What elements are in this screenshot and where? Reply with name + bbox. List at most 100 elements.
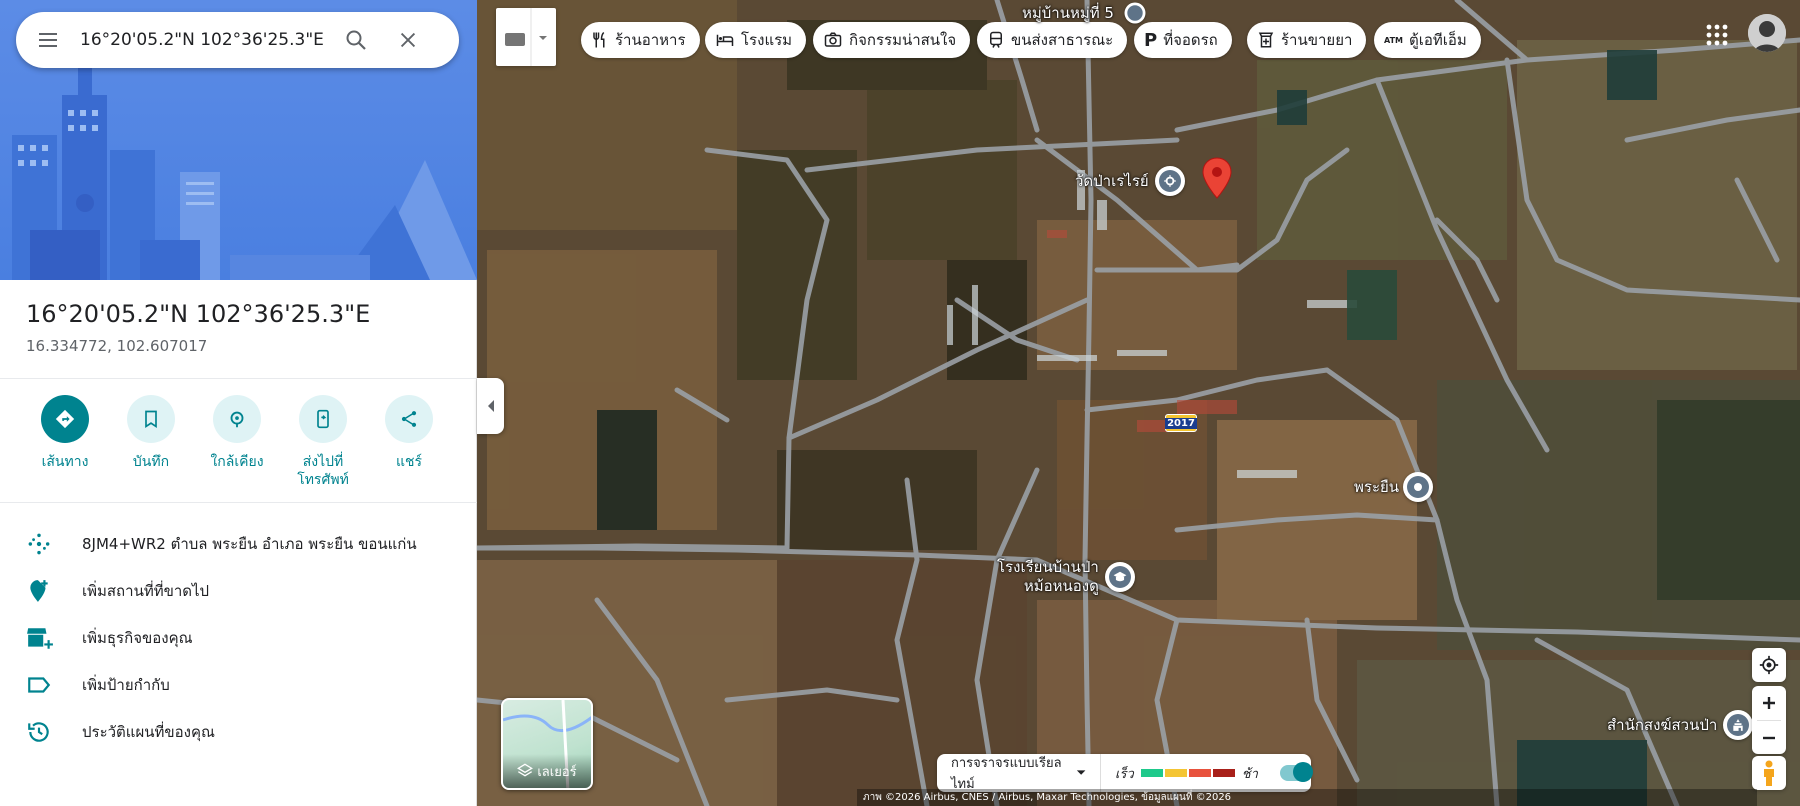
chip-pharmacy-label: ร้านขายยา: [1281, 31, 1353, 49]
input-tools-button[interactable]: [496, 8, 556, 66]
avatar[interactable]: [1748, 14, 1786, 52]
school-icon: [1104, 562, 1135, 592]
map-label-village[interactable]: หมู่บ้านหมู่ที่ 5: [1022, 0, 1150, 28]
traffic-legend-bar-fast: [1140, 769, 1163, 777]
map-label-school-line2: หม้อหนองดู: [1023, 577, 1099, 595]
map-history-text: ประวัติแผนที่ของคุณ: [82, 722, 215, 741]
map-label-temple-text: วัดป่าเรไรย์: [1075, 172, 1149, 190]
directions-button[interactable]: เส้นทาง: [22, 395, 108, 489]
chevron-left-icon: [487, 400, 494, 412]
parking-icon: P: [1144, 29, 1158, 51]
pegman-icon: [1764, 760, 1774, 786]
map-label-phrayuen[interactable]: พระยืน: [1354, 472, 1434, 502]
zoom-controls: [1752, 686, 1786, 754]
layers-label-text: เลเยอร์: [537, 764, 577, 780]
place-coordinates: 16.334772, 102.607017: [26, 337, 208, 355]
layers-icon: [517, 763, 534, 777]
add-place-row[interactable]: เพิ่มสถานที่ที่ขาดไป: [0, 567, 477, 614]
add-label-text: เพิ่มป้ายกำกับ: [82, 675, 170, 694]
chip-things-to-do-label: กิจกรรมน่าสนใจ: [849, 31, 957, 49]
traffic-legend-bar-moderate: [1164, 769, 1187, 777]
place-marker-icon: [1124, 2, 1146, 24]
history-icon: [0, 719, 82, 745]
pegman-button[interactable]: [1752, 756, 1786, 790]
chip-hotels[interactable]: โรงแรม: [705, 22, 807, 58]
search-icon[interactable]: [330, 12, 382, 68]
map-label-school[interactable]: โรงเรียนบ้านป่า หม้อหนองดู: [997, 558, 1135, 596]
nearby-icon: [213, 395, 261, 443]
hotel-icon: [715, 31, 735, 49]
chevron-down-icon: [1076, 770, 1086, 775]
add-business-row[interactable]: เพิ่มธุรกิจของคุณ: [0, 614, 477, 661]
place-panel: 16°20'05.2"N 102°36'25.3"E 16.334772, 10…: [0, 0, 477, 806]
plus-code-text: 8JM4+WR2 ตำบล พระยืน อำเภอ พระยืน ขอนแก่…: [82, 534, 417, 553]
maps-app: 16°20'05.2"N 102°36'25.3"E 16.334772, 10…: [0, 0, 1800, 806]
action-row: เส้นทาง บันทึก ใกล้เคียง ส่งไปที่ โทรศัพ…: [0, 395, 477, 489]
map-canvas[interactable]: ร้านอาหาร โรงแรม กิจกรรมน่าสนใจ ขนส่งสาธ…: [477, 0, 1800, 806]
restaurant-icon: [591, 31, 609, 49]
minus-icon: [1763, 736, 1775, 739]
apps-grid-icon[interactable]: [1706, 24, 1728, 50]
divider: [0, 378, 477, 379]
layers-button[interactable]: เลเยอร์: [501, 698, 593, 790]
map-label-village-text: หมู่บ้านหมู่ที่ 5: [1022, 4, 1114, 22]
traffic-legend-bar-slow: [1188, 769, 1211, 777]
search-box: [16, 12, 459, 68]
place-title: 16°20'05.2"N 102°36'25.3"E: [26, 300, 371, 328]
plus-code-icon: [0, 531, 82, 557]
nearby-button[interactable]: ใกล้เคียง: [194, 395, 280, 489]
traffic-mode-label: การจราจรแบบเรียลไทม์: [951, 756, 1062, 792]
atm-icon: ATM: [1384, 35, 1403, 45]
directions-icon: [41, 395, 89, 443]
share-icon: [385, 395, 433, 443]
transit-icon: [987, 31, 1005, 49]
add-place-text: เพิ่มสถานที่ที่ขาดไป: [82, 581, 210, 600]
my-location-button[interactable]: [1752, 648, 1786, 682]
traffic-mode-dropdown[interactable]: การจราจรแบบเรียลไทม์: [937, 754, 1102, 792]
plus-code-row[interactable]: 8JM4+WR2 ตำบล พระยืน อำเภอ พระยืน ขอนแก่…: [0, 520, 477, 567]
share-button[interactable]: แชร์: [366, 395, 452, 489]
map-history-row[interactable]: ประวัติแผนที่ของคุณ: [0, 708, 477, 755]
traffic-fast-label: เร็ว: [1115, 766, 1134, 782]
chip-things-to-do[interactable]: กิจกรรมน่าสนใจ: [813, 22, 971, 58]
send-to-phone-button[interactable]: ส่งไปที่ โทรศัพท์: [280, 395, 366, 489]
map-attribution: ภาพ ©2026 Airbus, CNES / Airbus, Maxar T…: [857, 789, 1757, 806]
zoom-out-button[interactable]: [1757, 720, 1781, 754]
label-icon: [0, 672, 82, 698]
chip-parking-label: ที่จอดรถ: [1163, 31, 1218, 49]
bookmark-icon: [127, 395, 175, 443]
map-label-temple[interactable]: วัดป่าเรไรย์: [1075, 166, 1185, 196]
temple-icon: [1723, 710, 1754, 740]
close-icon[interactable]: [382, 12, 434, 68]
traffic-legend-bar-very-slow: [1212, 769, 1235, 777]
traffic-panel: การจราจรแบบเรียลไทม์ เร็ว ช้า: [937, 754, 1314, 792]
keyboard-icon: [505, 8, 547, 66]
chip-restaurants[interactable]: ร้านอาหาร: [581, 22, 700, 58]
place-marker-icon: [1403, 472, 1434, 502]
menu-icon[interactable]: [16, 12, 80, 68]
plus-icon: [1763, 697, 1775, 709]
send-to-phone-icon: [299, 395, 347, 443]
my-location-icon: [1759, 655, 1779, 675]
map-label-monastery-text: สำนักสงฆ์สวนป่า: [1607, 716, 1718, 734]
traffic-legend: เร็ว ช้า: [1101, 763, 1258, 784]
save-button[interactable]: บันทึก: [108, 395, 194, 489]
add-place-icon: [0, 578, 82, 604]
temple-icon: [1154, 166, 1185, 196]
collapse-panel-button[interactable]: [477, 378, 504, 434]
traffic-toggle[interactable]: [1279, 762, 1314, 782]
chip-atm[interactable]: ATM ตู้เอทีเอ็ม: [1374, 22, 1481, 58]
chip-transit-label: ขนส่งสาธารณะ: [1011, 31, 1114, 49]
add-label-row[interactable]: เพิ่มป้ายกำกับ: [0, 661, 477, 708]
map-label-school-text: โรงเรียนบ้านป่า หม้อหนองดู: [997, 558, 1099, 596]
route-shield: 2017: [1165, 414, 1197, 432]
map-label-phrayuen-text: พระยืน: [1354, 478, 1400, 496]
save-label: บันทึก: [132, 454, 170, 470]
search-input[interactable]: [80, 30, 330, 50]
directions-label: เส้นทาง: [41, 454, 89, 470]
map-label-monastery[interactable]: สำนักสงฆ์สวนป่า: [1607, 710, 1754, 740]
send-to-phone-label: ส่งไปที่ โทรศัพท์: [297, 454, 349, 488]
chip-pharmacy[interactable]: ร้านขายยา: [1247, 22, 1367, 58]
zoom-in-button[interactable]: [1762, 686, 1776, 720]
location-pin-icon[interactable]: [1200, 156, 1234, 204]
